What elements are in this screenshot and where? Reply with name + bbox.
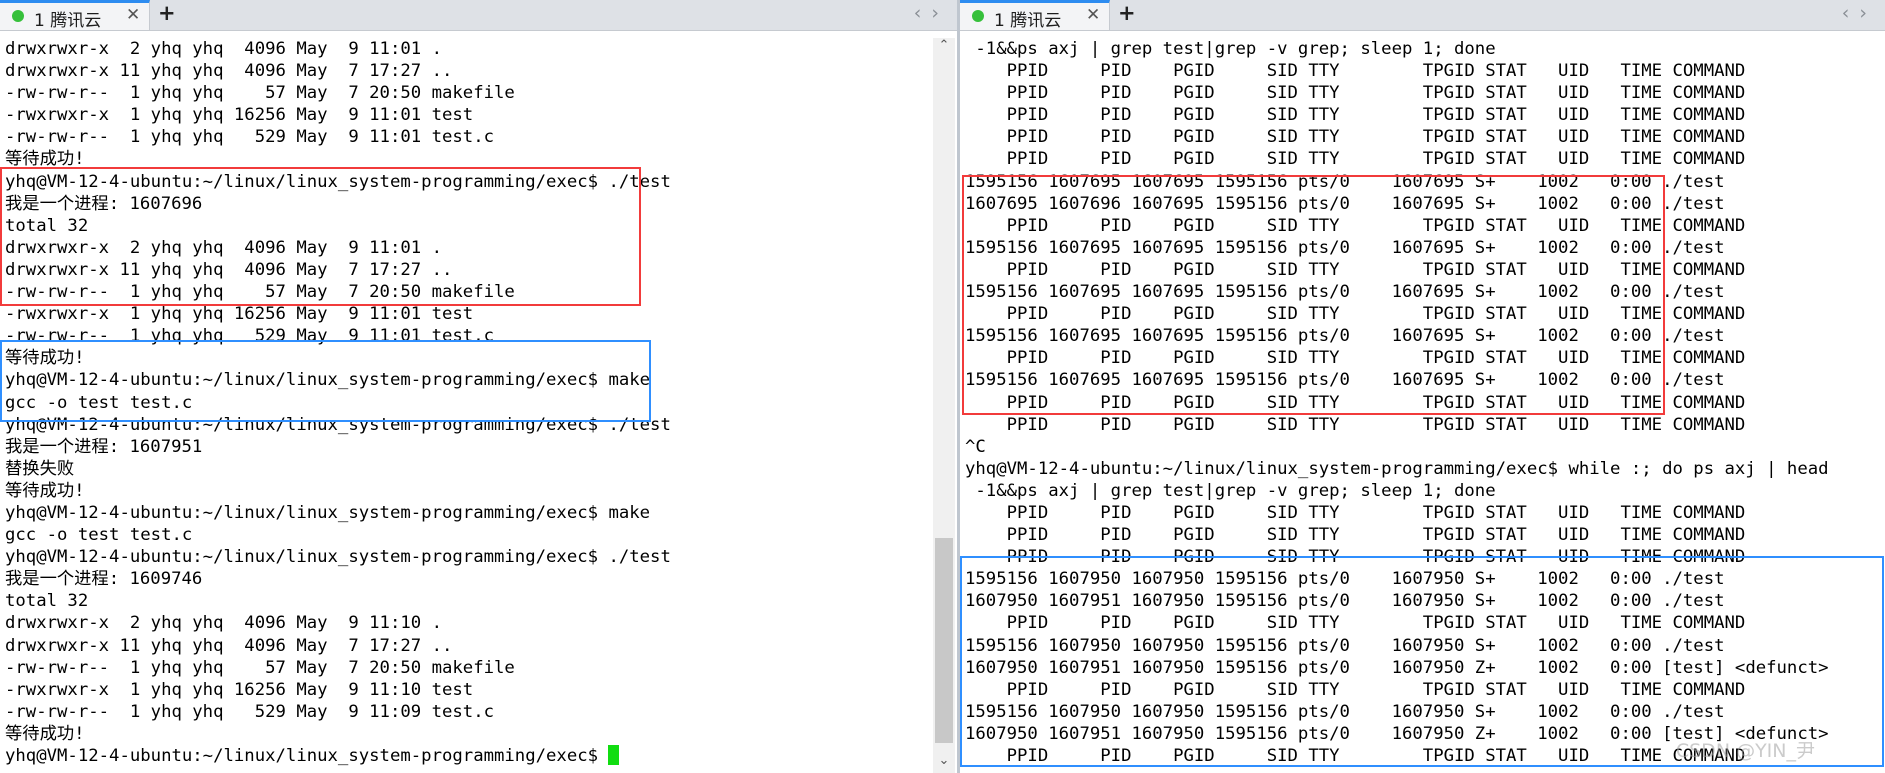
left-terminal-output[interactable]: drwxrwxr-x 2 yhq yhq 4096 May 9 11:01 .d… [5, 38, 671, 767]
right-terminal-pane[interactable]: 1 腾讯云 ✕ + ‹› -1&&ps axj | grep test|grep… [960, 0, 1885, 773]
terminal-line: drwxrwxr-x 11 yhq yhq 4096 May 7 17:27 .… [5, 259, 453, 280]
terminal-line: PPID PID PGID SID TTY TPGID STAT UID TIM… [965, 348, 1746, 369]
right-tab-bar: 1 腾讯云 ✕ + ‹› [960, 0, 1885, 31]
add-tab-button[interactable]: + [158, 1, 176, 25]
terminal-line: -rw-rw-r-- 1 yhq yhq 57 May 7 20:50 make… [5, 657, 515, 678]
terminal-line: 1607950 1607951 1607950 1595156 pts/0 16… [965, 657, 1829, 678]
terminal-line: 1595156 1607695 1607695 1595156 pts/0 16… [965, 282, 1725, 303]
close-icon[interactable]: ✕ [1086, 5, 1100, 25]
terminal-line: 我是一个进程: 1609746 [5, 569, 203, 590]
right-terminal-output[interactable]: -1&&ps axj | grep test|grep -v grep; sle… [965, 38, 1829, 767]
terminal-line: yhq@VM-12-4-ubuntu:~/linux/linux_system-… [5, 370, 651, 391]
chevron-left-icon[interactable]: ‹ [1842, 2, 1860, 24]
terminal-line: 1595156 1607695 1607695 1595156 pts/0 16… [965, 370, 1725, 391]
terminal-line: 1595156 1607695 1607695 1595156 pts/0 16… [965, 237, 1725, 258]
terminal-line: 1607950 1607951 1607950 1595156 pts/0 16… [965, 591, 1725, 612]
terminal-line: yhq@VM-12-4-ubuntu:~/linux/linux_system-… [965, 458, 1829, 479]
terminal-line: drwxrwxr-x 11 yhq yhq 4096 May 7 17:27 .… [5, 61, 453, 82]
tab-label: 1 腾讯云 [994, 11, 1062, 31]
terminal-line: gcc -o test test.c [5, 525, 193, 546]
tab-nav: ‹› [1842, 2, 1877, 24]
terminal-line: 等待成功! [5, 149, 85, 170]
scroll-up-icon[interactable]: ⌃ [933, 38, 955, 58]
left-session-tab[interactable]: 1 腾讯云 ✕ [0, 0, 150, 31]
terminal-line: -rwxrwxr-x 1 yhq yhq 16256 May 9 11:10 t… [5, 679, 474, 700]
green-dot-icon [972, 10, 984, 22]
terminal-line: PPID PID PGID SID TTY TPGID STAT UID TIM… [965, 679, 1746, 700]
left-terminal-pane[interactable]: 1 腾讯云 ✕ + ‹› drwxrwxr-x 2 yhq yhq 4096 M… [0, 0, 957, 773]
terminal-line: PPID PID PGID SID TTY TPGID STAT UID TIM… [965, 613, 1746, 634]
terminal-line: -rw-rw-r-- 1 yhq yhq 57 May 7 20:50 make… [5, 83, 515, 104]
terminal-line: PPID PID PGID SID TTY TPGID STAT UID TIM… [965, 105, 1746, 126]
terminal-line: 1595156 1607950 1607950 1595156 pts/0 16… [965, 635, 1725, 656]
terminal-line: 1595156 1607695 1607695 1595156 pts/0 16… [965, 326, 1725, 347]
terminal-line: 我是一个进程: 1607696 [5, 193, 203, 214]
terminal-line: drwxrwxr-x 2 yhq yhq 4096 May 9 11:10 . [5, 613, 442, 634]
terminal-line: PPID PID PGID SID TTY TPGID STAT UID TIM… [965, 414, 1746, 435]
terminal-line: -rw-rw-r-- 1 yhq yhq 57 May 7 20:50 make… [5, 282, 515, 303]
terminal-line: yhq@VM-12-4-ubuntu:~/linux/linux_system-… [5, 171, 671, 192]
close-icon[interactable]: ✕ [126, 5, 140, 25]
terminal-line: 替换失败 [5, 458, 75, 479]
terminal-line: -rw-rw-r-- 1 yhq yhq 529 May 9 11:01 tes… [5, 127, 494, 148]
terminal-line: 1607695 1607696 1607695 1595156 pts/0 16… [965, 193, 1725, 214]
terminal-line: total 32 [5, 591, 89, 612]
terminal-line: gcc -o test test.c [5, 392, 193, 413]
tab-label: 1 腾讯云 [34, 11, 102, 31]
chevron-right-icon[interactable]: › [1859, 2, 1877, 24]
terminal-line: PPID PID PGID SID TTY TPGID STAT UID TIM… [965, 127, 1746, 148]
tab-nav: ‹› [914, 2, 949, 24]
terminal-line: drwxrwxr-x 2 yhq yhq 4096 May 9 11:01 . [5, 237, 442, 258]
green-dot-icon [12, 10, 24, 22]
terminal-line: -rwxrwxr-x 1 yhq yhq 16256 May 9 11:01 t… [5, 304, 474, 325]
terminal-line: PPID PID PGID SID TTY TPGID STAT UID TIM… [965, 525, 1746, 546]
terminal-line: -1&&ps axj | grep test|grep -v grep; sle… [965, 39, 1496, 59]
terminal-line: PPID PID PGID SID TTY TPGID STAT UID TIM… [965, 392, 1746, 413]
terminal-line: drwxrwxr-x 11 yhq yhq 4096 May 7 17:27 .… [5, 635, 453, 656]
terminal-line: -rw-rw-r-- 1 yhq yhq 529 May 9 11:01 tes… [5, 326, 494, 347]
add-tab-button[interactable]: + [1118, 1, 1136, 25]
terminal-line: drwxrwxr-x 2 yhq yhq 4096 May 9 11:01 . [5, 39, 442, 59]
watermark: CSDN @YIN_尹 [1675, 740, 1815, 762]
terminal-line: 我是一个进程: 1607951 [5, 436, 203, 457]
terminal-line: 等待成功! [5, 480, 85, 501]
terminal-line: PPID PID PGID SID TTY TPGID STAT UID TIM… [965, 547, 1746, 568]
terminal-line: -rw-rw-r-- 1 yhq yhq 529 May 9 11:09 tes… [5, 701, 494, 722]
left-scrollbar[interactable]: ⌃ ⌄ [933, 38, 955, 773]
chevron-right-icon[interactable]: › [931, 2, 949, 24]
right-session-tab[interactable]: 1 腾讯云 ✕ [960, 0, 1110, 31]
terminal-line: PPID PID PGID SID TTY TPGID STAT UID TIM… [965, 149, 1746, 170]
terminal-line: yhq@VM-12-4-ubuntu:~/linux/linux_system-… [5, 502, 651, 523]
terminal-line: total 32 [5, 215, 89, 236]
terminal-line: PPID PID PGID SID TTY TPGID STAT UID TIM… [965, 502, 1746, 523]
terminal-line: PPID PID PGID SID TTY TPGID STAT UID TIM… [965, 61, 1746, 82]
terminal-prompt-line[interactable]: yhq@VM-12-4-ubuntu:~/linux/linux_system-… [5, 745, 671, 767]
prompt-text: yhq@VM-12-4-ubuntu:~/linux/linux_system-… [5, 746, 609, 766]
terminal-line: -1&&ps axj | grep test|grep -v grep; sle… [965, 480, 1496, 501]
terminal-line: -rwxrwxr-x 1 yhq yhq 16256 May 9 11:01 t… [5, 105, 474, 126]
terminal-line: PPID PID PGID SID TTY TPGID STAT UID TIM… [965, 215, 1746, 236]
terminal-line: 等待成功! [5, 348, 85, 369]
text-cursor [608, 745, 620, 765]
scroll-down-icon[interactable]: ⌄ [933, 753, 955, 773]
terminal-line: 1595156 1607695 1607695 1595156 pts/0 16… [965, 171, 1725, 192]
terminal-line: yhq@VM-12-4-ubuntu:~/linux/linux_system-… [5, 414, 671, 435]
terminal-line: PPID PID PGID SID TTY TPGID STAT UID TIM… [965, 304, 1746, 325]
terminal-line: PPID PID PGID SID TTY TPGID STAT UID TIM… [965, 83, 1746, 104]
scroll-thumb[interactable] [935, 538, 953, 743]
terminal-line: yhq@VM-12-4-ubuntu:~/linux/linux_system-… [5, 547, 671, 568]
left-tab-bar: 1 腾讯云 ✕ + ‹› [0, 0, 957, 31]
terminal-line: 1595156 1607950 1607950 1595156 pts/0 16… [965, 701, 1725, 722]
terminal-line: 等待成功! [5, 723, 85, 744]
terminal-line: 1595156 1607950 1607950 1595156 pts/0 16… [965, 569, 1725, 590]
chevron-left-icon[interactable]: ‹ [914, 2, 932, 24]
terminal-line: PPID PID PGID SID TTY TPGID STAT UID TIM… [965, 259, 1746, 280]
terminal-line: ^C [965, 436, 986, 457]
